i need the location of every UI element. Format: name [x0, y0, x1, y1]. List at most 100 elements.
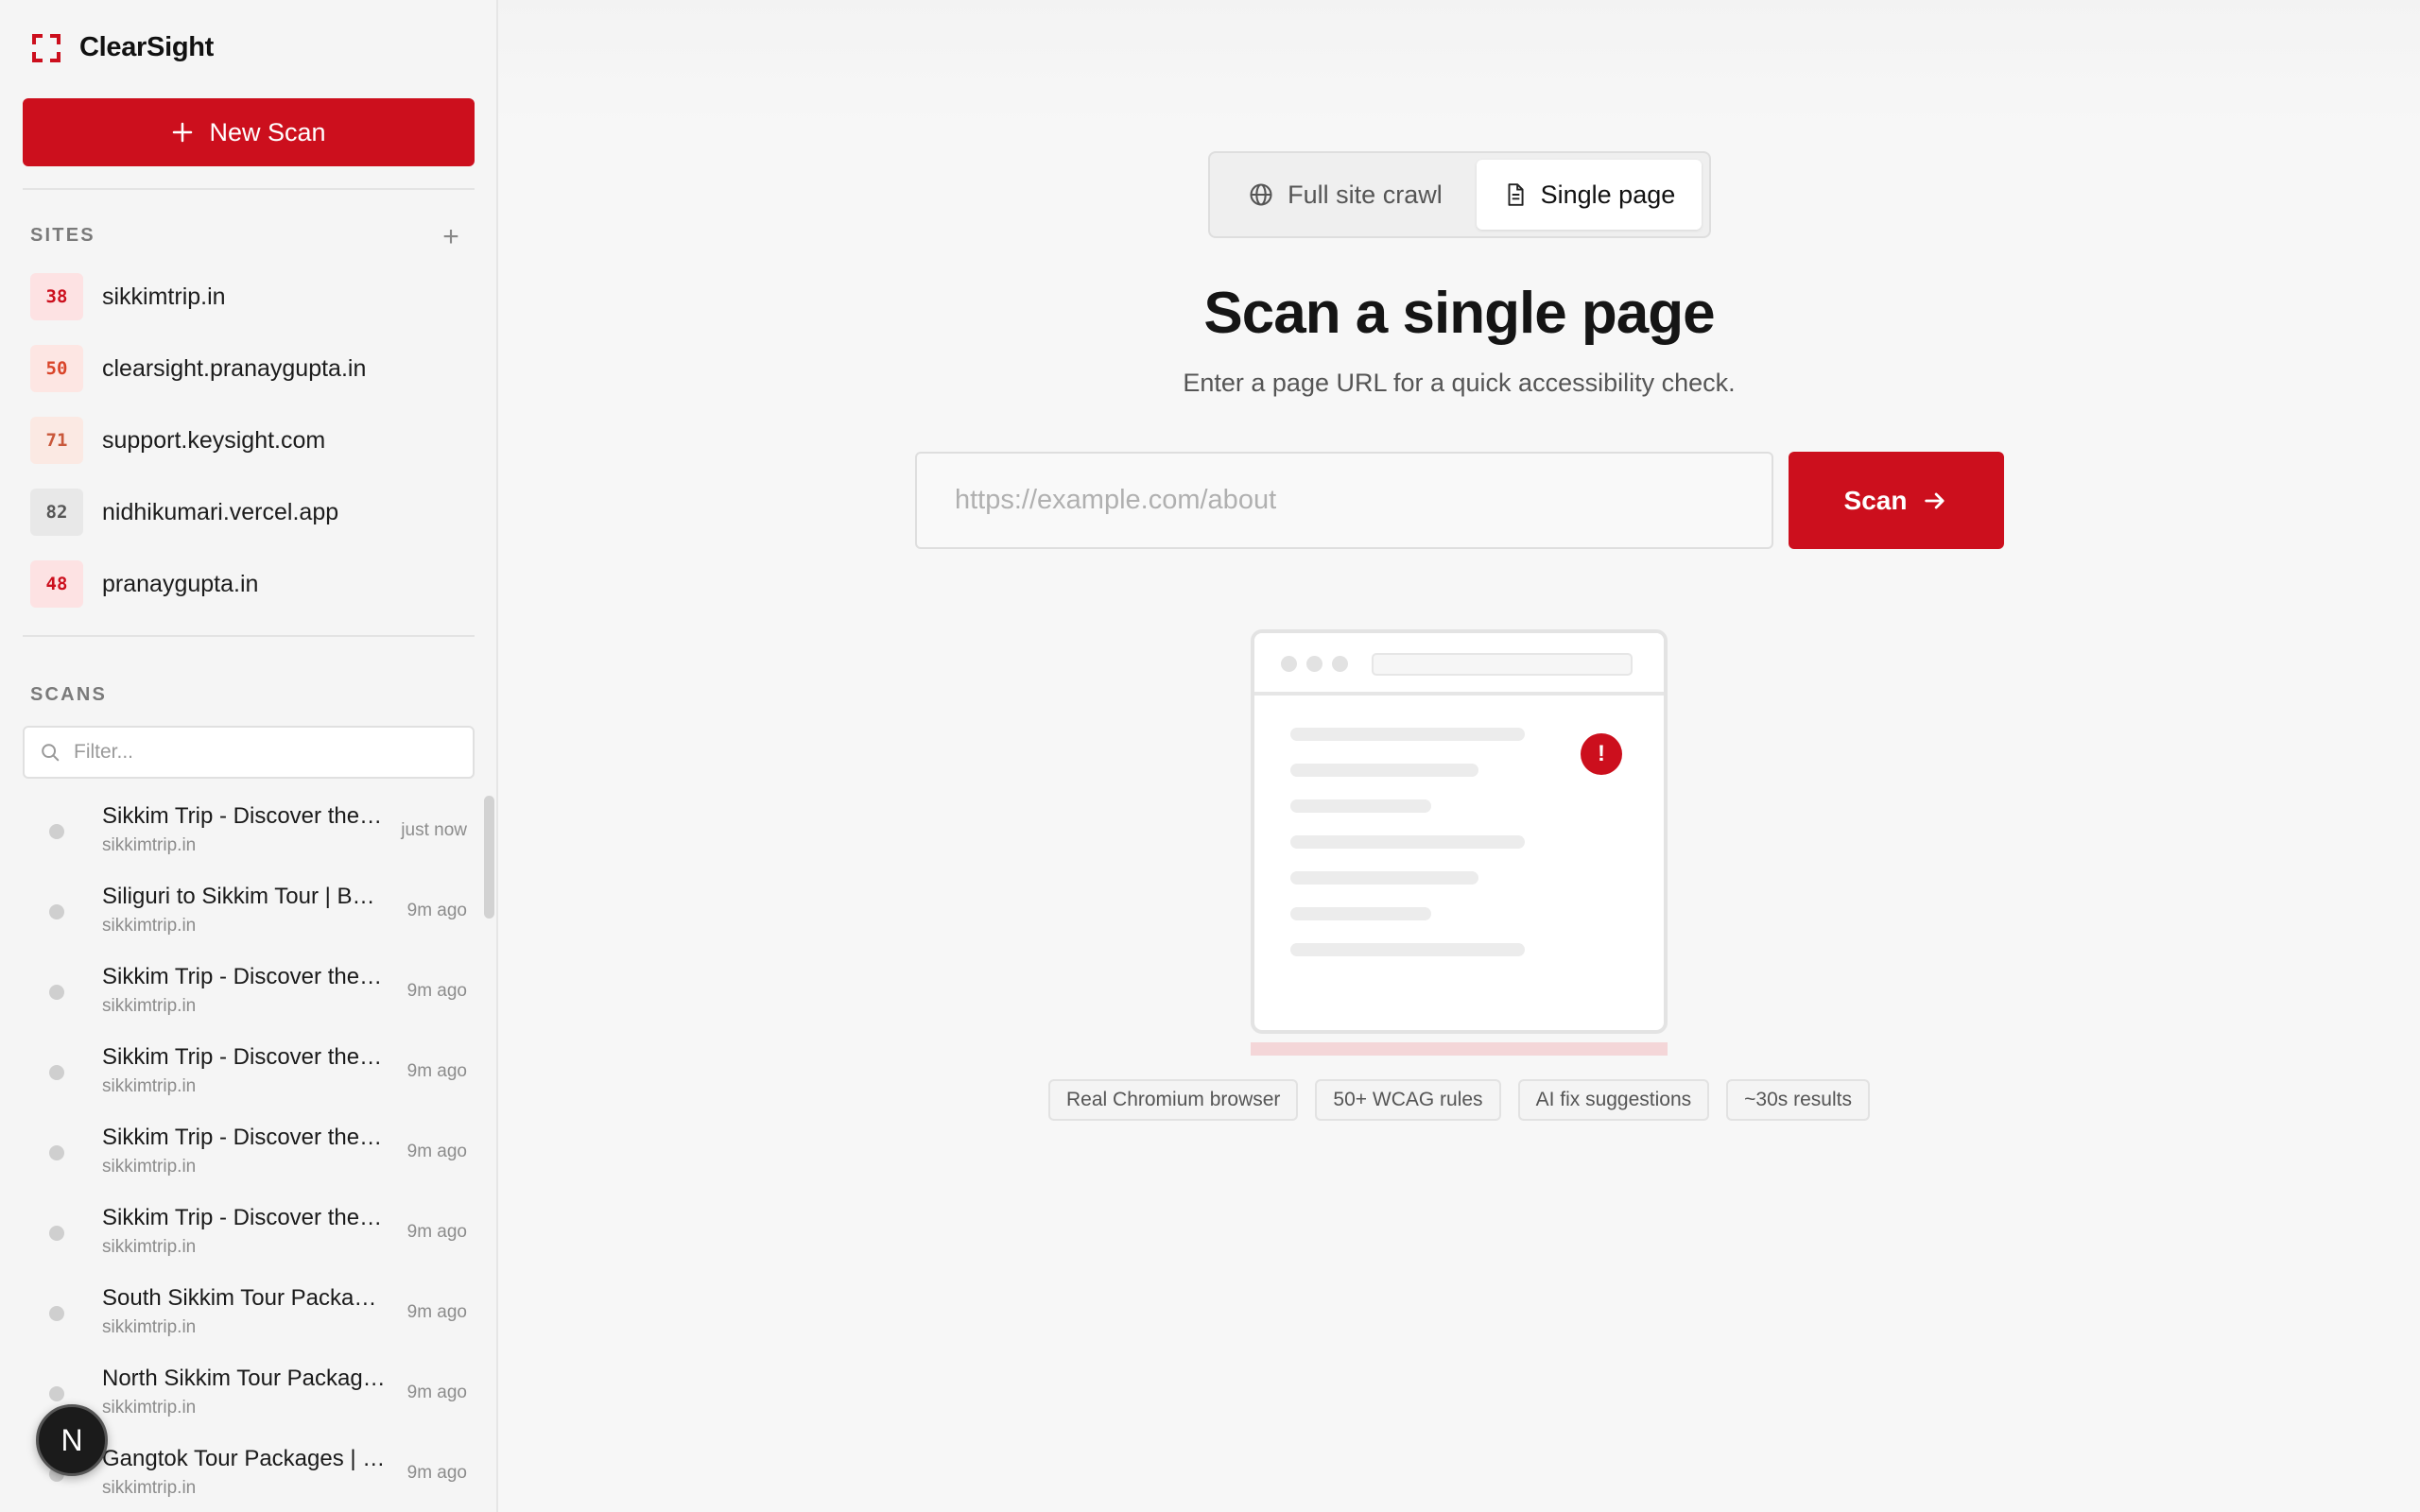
scan-title: South Sikkim Tour Packages	[102, 1285, 386, 1311]
site-name: pranaygupta.in	[102, 570, 259, 597]
sites-section-label: SITES	[30, 225, 95, 246]
site-score-badge: 38	[30, 273, 83, 320]
alert-icon: !	[1581, 733, 1622, 775]
feature-chip: AI fix suggestions	[1517, 1079, 1710, 1121]
feature-chip: Real Chromium browser	[1048, 1079, 1299, 1121]
plus-icon: +	[442, 221, 459, 252]
scan-timestamp: 9m ago	[406, 1383, 467, 1402]
scan-title: Sikkim Trip - Discover the Beauty of Sik…	[102, 1125, 386, 1150]
scan-timestamp: 9m ago	[406, 1463, 467, 1483]
scan-list-item[interactable]: Siliguri to Sikkim Tour | Best Packages s…	[30, 874, 475, 950]
scan-domain: sikkimtrip.in	[102, 835, 197, 855]
devtools-badge-label: N	[60, 1422, 83, 1457]
filter-input[interactable]	[74, 741, 433, 764]
scan-domain: sikkimtrip.in	[102, 1317, 197, 1337]
scan-list-item[interactable]: Sikkim Trip - Discover the Beauty of Sik…	[30, 954, 475, 1030]
tab-single-page-label: Single page	[1540, 180, 1676, 209]
devtools-badge[interactable]: N	[36, 1404, 108, 1476]
scan-title: Siliguri to Sikkim Tour | Best Packages	[102, 884, 386, 909]
scan-title: Gangtok Tour Packages | Sikkim	[102, 1446, 386, 1471]
divider	[23, 635, 475, 637]
scan-button[interactable]: Scan	[1789, 452, 2004, 549]
new-scan-label: New Scan	[209, 117, 326, 146]
illustration-window-bar	[1254, 633, 1664, 696]
tab-full-site-crawl[interactable]: Full site crawl	[1218, 160, 1473, 230]
scan-status-dot	[49, 1386, 64, 1401]
scan-list-item[interactable]: Sikkim Trip - Discover the Beauty of Sik…	[30, 1195, 475, 1271]
sidebar-site-item[interactable]: 50 clearsight.pranaygupta.in	[30, 342, 475, 395]
scan-timestamp: 9m ago	[406, 1222, 467, 1242]
feature-chip: 50+ WCAG rules	[1315, 1079, 1501, 1121]
brand-name: ClearSight	[79, 32, 215, 62]
sidebar-site-item[interactable]: 38 sikkimtrip.in	[30, 270, 475, 323]
scan-domain: sikkimtrip.in	[102, 996, 197, 1016]
sidebar-site-item[interactable]: 82 nidhikumari.vercel.app	[30, 486, 475, 539]
scan-status-dot	[49, 1065, 64, 1080]
alert-glyph: !	[1598, 741, 1605, 766]
scan-timestamp: 9m ago	[406, 1302, 467, 1322]
brand[interactable]: ClearSight	[32, 32, 214, 63]
scans-section-label: SCANS	[30, 684, 108, 705]
scan-title: Sikkim Trip - Discover the Beauty of Sik…	[102, 803, 386, 829]
document-icon	[1508, 183, 1524, 206]
scan-title: North Sikkim Tour Packages	[102, 1366, 386, 1391]
site-score-badge: 71	[30, 417, 83, 464]
arrow-right-icon	[1925, 492, 1945, 508]
site-score-badge: 48	[30, 560, 83, 608]
scan-domain: sikkimtrip.in	[102, 1157, 197, 1177]
scan-frame-icon	[32, 33, 60, 62]
site-name: sikkimtrip.in	[102, 283, 226, 310]
site-name: support.keysight.com	[102, 426, 326, 454]
site-score-badge: 50	[30, 345, 83, 392]
tab-full-site-crawl-label: Full site crawl	[1288, 180, 1443, 209]
scan-list-item[interactable]: Sikkim Trip - Discover the Beauty of Sik…	[30, 1035, 475, 1110]
placeholder-line	[1290, 728, 1525, 741]
scan-status-dot	[49, 1306, 64, 1321]
top-band	[498, 0, 2420, 127]
placeholder-line	[1290, 835, 1525, 849]
scan-list-item[interactable]: Sikkim Trip - Discover the Beauty of Sik…	[30, 1115, 475, 1191]
tab-single-page[interactable]: Single page	[1476, 160, 1702, 230]
scan-list-item[interactable]: South Sikkim Tour Packages sikkimtrip.in 9…	[30, 1276, 475, 1351]
illustration-address-bar	[1372, 653, 1633, 676]
globe-icon	[1250, 183, 1272, 206]
sidebar: ClearSight New Scan SITES + 38 sikkimtrip…	[0, 0, 498, 1512]
window-dot	[1281, 656, 1297, 672]
url-input[interactable]	[915, 452, 1773, 549]
scan-status-dot	[49, 1226, 64, 1241]
browser-illustration: !	[1251, 629, 1668, 1034]
placeholder-line	[1290, 764, 1478, 777]
divider	[23, 188, 475, 190]
scan-status-dot	[49, 824, 64, 839]
scan-title: Sikkim Trip - Discover the Beauty of Sik…	[102, 964, 386, 989]
scan-domain: sikkimtrip.in	[102, 1237, 197, 1257]
scan-domain: sikkimtrip.in	[102, 1398, 197, 1418]
window-dot	[1332, 656, 1348, 672]
new-scan-button[interactable]: New Scan	[23, 98, 475, 166]
sidebar-site-item[interactable]: 48 pranaygupta.in	[30, 558, 475, 610]
filter-field[interactable]	[23, 726, 475, 779]
scan-timestamp: 9m ago	[406, 901, 467, 920]
page-subtitle: Enter a page URL for a quick accessibili…	[1183, 369, 1736, 397]
placeholder-line	[1290, 799, 1431, 813]
scan-timestamp: 9m ago	[406, 1061, 467, 1081]
scan-status-dot	[49, 1145, 64, 1160]
sidebar-site-item[interactable]: 71 support.keysight.com	[30, 414, 475, 467]
scan-title: Sikkim Trip - Discover the Beauty of Sik…	[102, 1044, 386, 1070]
main-panel: Full site crawl Single page Scan a singl…	[498, 0, 2420, 1512]
scan-timestamp: 9m ago	[406, 1142, 467, 1161]
scan-title: Sikkim Trip - Discover the Beauty of Sik…	[102, 1205, 386, 1230]
placeholder-line	[1290, 907, 1431, 920]
search-icon	[42, 744, 60, 762]
scan-timestamp: just now	[401, 820, 467, 840]
page-title: Scan a single page	[1203, 281, 1715, 346]
scan-domain: sikkimtrip.in	[102, 1076, 197, 1096]
scan-status-dot	[49, 904, 64, 919]
scan-mode-toggle: Full site crawl Single page	[1208, 151, 1711, 238]
add-site-button[interactable]: +	[437, 223, 465, 251]
placeholder-line	[1290, 871, 1478, 885]
placeholder-line	[1290, 943, 1525, 956]
scan-list-item[interactable]: Sikkim Trip - Discover the Beauty of Sik…	[30, 794, 475, 869]
scans-scrollbar[interactable]	[484, 796, 494, 919]
scan-status-dot	[49, 985, 64, 1000]
